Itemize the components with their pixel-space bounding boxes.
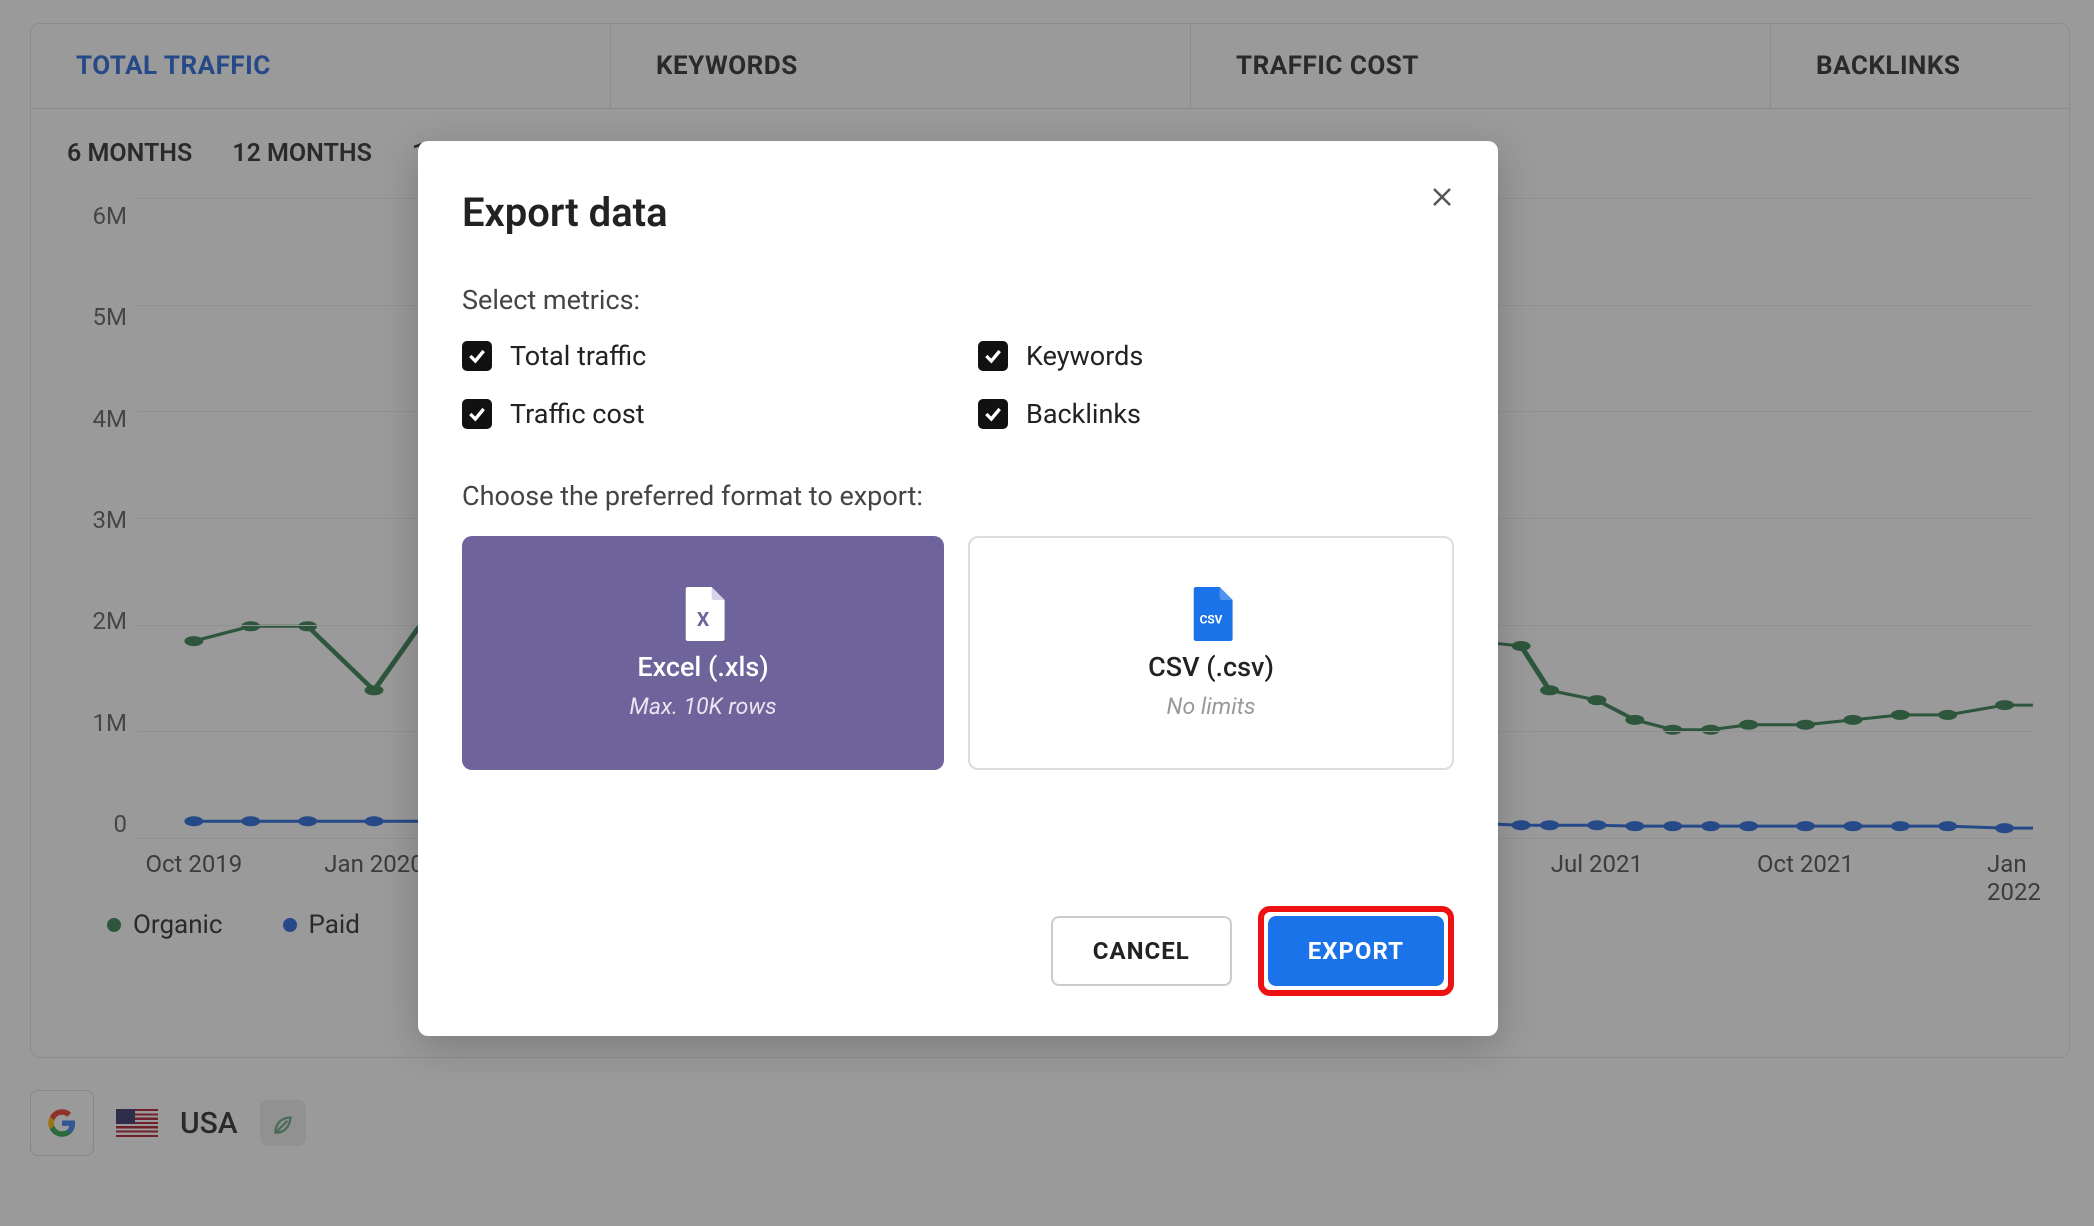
checkbox-keywords[interactable] [978,341,1008,371]
format-subtitle: No limits [1167,693,1256,720]
export-highlight: EXPORT [1258,906,1454,996]
checkbox-traffic-cost[interactable] [462,399,492,429]
check-icon [467,404,487,424]
metric-backlinks: Backlinks [978,398,1454,430]
check-icon [467,346,487,366]
cancel-button[interactable]: CANCEL [1051,916,1232,986]
metric-label: Traffic cost [510,398,645,430]
format-options: X Excel (.xls) Max. 10K rows CSV CSV (.c… [462,536,1454,770]
metric-label: Total traffic [510,340,646,372]
metric-label: Keywords [1026,340,1143,372]
select-metrics-label: Select metrics: [462,284,1454,316]
format-excel[interactable]: X Excel (.xls) Max. 10K rows [462,536,944,770]
format-label: Choose the preferred format to export: [462,480,1454,512]
close-icon [1430,185,1454,209]
checkbox-backlinks[interactable] [978,399,1008,429]
metric-keywords: Keywords [978,340,1454,372]
format-csv[interactable]: CSV CSV (.csv) No limits [968,536,1454,770]
metrics-grid: Total traffic Keywords Traffic cost Back… [462,340,1454,430]
metric-label: Backlinks [1026,398,1141,430]
metric-total-traffic: Total traffic [462,340,938,372]
svg-text:X: X [697,607,710,630]
modal-footer: CANCEL EXPORT [1051,906,1454,996]
checkbox-total-traffic[interactable] [462,341,492,371]
close-button[interactable] [1422,177,1462,217]
format-subtitle: Max. 10K rows [629,693,776,720]
svg-text:CSV: CSV [1200,612,1223,626]
export-modal: Export data Select metrics: Total traffi… [418,141,1498,1036]
check-icon [983,404,1003,424]
export-button[interactable]: EXPORT [1268,916,1444,986]
format-title: CSV (.csv) [1148,651,1274,683]
excel-file-icon: X [681,587,725,641]
metric-traffic-cost: Traffic cost [462,398,938,430]
modal-title: Export data [462,189,1454,236]
check-icon [983,346,1003,366]
format-title: Excel (.xls) [637,651,768,683]
csv-file-icon: CSV [1189,587,1233,641]
